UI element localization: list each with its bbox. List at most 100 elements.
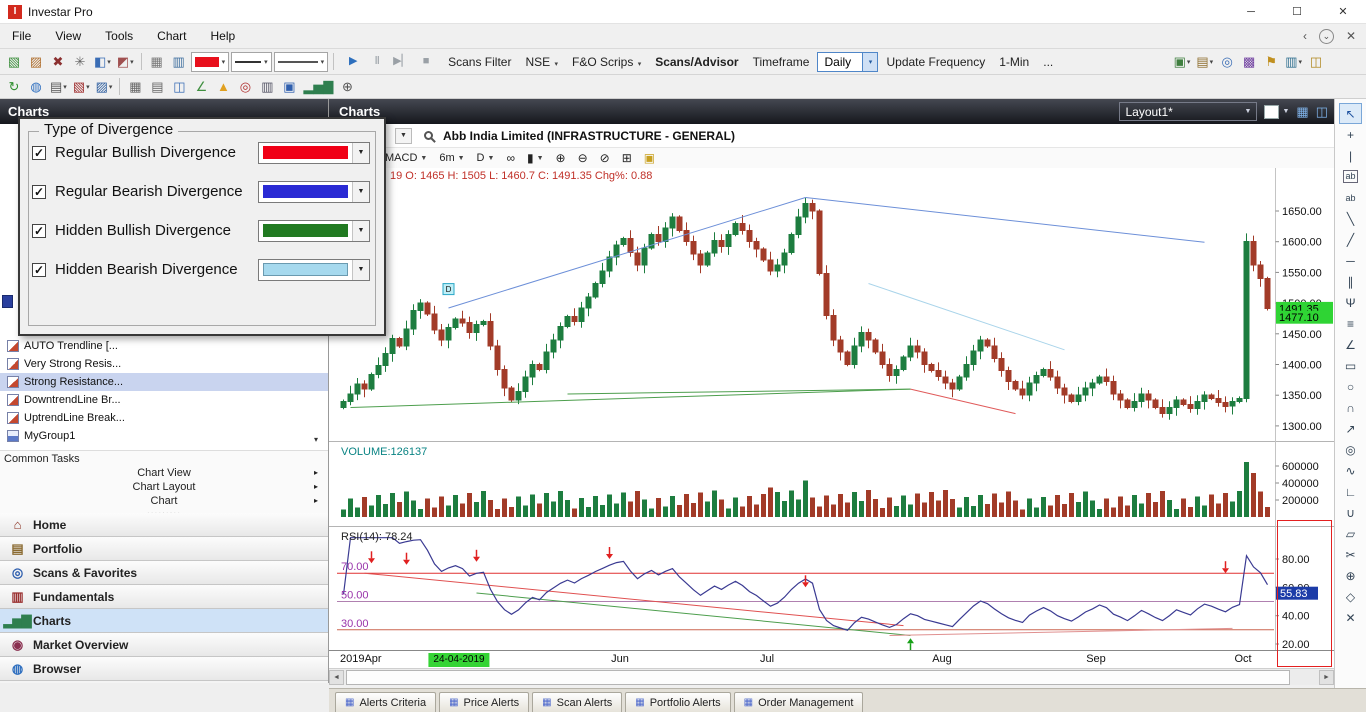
zoom-in-icon[interactable]: ⊕ xyxy=(556,151,566,165)
sidebar-item-fundamentals[interactable]: ▥Fundamentals xyxy=(0,585,328,609)
nav-back-icon[interactable]: ‹ xyxy=(1303,29,1307,43)
divergence-checkbox-0[interactable]: ✓ xyxy=(32,146,46,160)
refresh-icon[interactable]: ↻ xyxy=(4,77,24,97)
ellipse-tool[interactable]: ○ xyxy=(1339,376,1362,397)
magnet-tool[interactable]: ∪ xyxy=(1339,502,1362,523)
tab-price-alerts[interactable]: ▦Price Alerts xyxy=(439,692,529,712)
zoom-in-tool[interactable]: ⊕ xyxy=(1339,565,1362,586)
period-select[interactable]: D▼ xyxy=(477,152,495,164)
step-button[interactable]: ▶▏ xyxy=(391,52,412,72)
measure-tool[interactable]: ∟ xyxy=(1339,481,1362,502)
snapshot-icon[interactable]: ▣ xyxy=(644,151,655,165)
label-box-tool[interactable]: ab xyxy=(1339,166,1362,187)
compare-windows-icon[interactable]: ◫ xyxy=(169,77,189,97)
zoom-off-icon[interactable]: ⊘ xyxy=(600,151,610,165)
text-tool[interactable]: ab xyxy=(1339,187,1362,208)
sidebar-item-browser[interactable]: ◍Browser xyxy=(0,657,328,681)
panel-close-icon[interactable]: ✕ xyxy=(1346,29,1356,43)
divergence-checkbox-1[interactable]: ✓ xyxy=(32,185,46,199)
list-item[interactable]: MyGroup1 xyxy=(0,427,328,445)
world-icon[interactable]: ◍ xyxy=(26,77,46,97)
hand-tool[interactable]: ◇ xyxy=(1339,586,1362,607)
chart-type-dropdown[interactable]: ▮▼ xyxy=(527,151,544,165)
add-panel-dropdown[interactable]: ▤▾ xyxy=(1194,52,1215,72)
column-chart-icon[interactable]: ▥ xyxy=(169,52,189,72)
list-item[interactable]: AUTO Trendline [... xyxy=(0,337,328,355)
range-select[interactable]: 6m▼ xyxy=(439,152,464,164)
vertical-line-tool[interactable]: | xyxy=(1339,145,1362,166)
maximize-button[interactable]: ☐ xyxy=(1274,0,1320,23)
parallel-channel-tool[interactable]: ∥ xyxy=(1339,271,1362,292)
sidebar-item-scans-favorites[interactable]: ◎Scans & Favorites xyxy=(0,561,328,585)
divergence-checkbox-2[interactable]: ✓ xyxy=(32,224,46,238)
pitchfork-tool[interactable]: Ψ xyxy=(1339,292,1362,313)
menu-item-view[interactable]: View xyxy=(43,24,93,48)
divergence-color-select[interactable]: ▼ xyxy=(258,142,370,164)
ray-tool[interactable]: ╱ xyxy=(1339,229,1362,250)
zoom-out-icon[interactable]: ⊖ xyxy=(578,151,588,165)
pattern-icon[interactable]: ✳ xyxy=(70,52,90,72)
task-link-chart[interactable]: Chart▸ xyxy=(0,494,328,508)
fo-scrips-dropdown[interactable]: F&O Scrips ▾ xyxy=(566,55,647,69)
arc-tool[interactable]: ∩ xyxy=(1339,397,1362,418)
grid-rows-icon[interactable]: ▤ xyxy=(147,77,167,97)
tab-scan-alerts[interactable]: ▦Scan Alerts xyxy=(532,692,622,712)
fib-retracement-tool[interactable]: ≡ xyxy=(1339,313,1362,334)
sidebar-item-charts[interactable]: ▂▅▇Charts xyxy=(0,609,328,633)
sidebar-item-market-overview[interactable]: ◉Market Overview xyxy=(0,633,328,657)
tools-icon[interactable]: ✖ xyxy=(48,52,68,72)
mini-chart-icon[interactable]: ▂▅▇ xyxy=(301,77,335,97)
flag-icon[interactable]: ⚑ xyxy=(1261,52,1281,72)
play-button[interactable]: ▶ xyxy=(343,52,363,72)
list-item[interactable]: DowntrendLine Br... xyxy=(0,391,328,409)
close-button[interactable]: ✕ xyxy=(1320,0,1366,23)
list-item[interactable]: UptrendLine Break... xyxy=(0,409,328,427)
list-scroll-down-icon[interactable]: ▾ xyxy=(314,435,318,444)
scroll-right-button[interactable]: ► xyxy=(1319,670,1334,685)
line-style-dropdown[interactable]: ▾ xyxy=(274,52,329,72)
menu-item-chart[interactable]: Chart xyxy=(145,24,198,48)
fib-fan-tool[interactable]: ∠ xyxy=(1339,334,1362,355)
data-table-icon[interactable]: ▦ xyxy=(147,52,167,72)
pause-button[interactable]: Ⅱ xyxy=(367,52,387,72)
tab-alerts-criteria[interactable]: ▦Alerts Criteria xyxy=(335,692,436,712)
price-label-tool[interactable]: ◎ xyxy=(1339,439,1362,460)
stop-button[interactable]: ■ xyxy=(416,52,436,72)
grid-layout-icon[interactable]: ▦ xyxy=(1296,104,1308,120)
task-link-chart-layout[interactable]: Chart Layout▸ xyxy=(0,480,328,494)
symbol-dropdown[interactable]: ▼ xyxy=(395,128,412,144)
new-window-dropdown[interactable]: ▣▾ xyxy=(1172,52,1193,72)
print-icon[interactable]: ▥ xyxy=(257,77,277,97)
palette-dropdown[interactable]: ◩▾ xyxy=(115,52,136,72)
delete-tool[interactable]: ✕ xyxy=(1339,607,1362,628)
divergence-checkbox-3[interactable]: ✓ xyxy=(32,263,46,277)
scroll-left-button[interactable]: ◄ xyxy=(329,670,344,685)
link-chart-icon[interactable]: ∞ xyxy=(506,151,515,165)
menu-item-tools[interactable]: Tools xyxy=(93,24,145,48)
template-dropdown[interactable]: ▨▾ xyxy=(94,77,115,97)
new-scan-icon[interactable]: ▧ xyxy=(4,52,24,72)
edit-scan-icon[interactable]: ▨ xyxy=(26,52,46,72)
background-color-dropdown[interactable]: ▼ xyxy=(1264,105,1289,119)
layout-manager-dropdown[interactable]: ▥▾ xyxy=(1283,52,1304,72)
brush-tool[interactable]: ∿ xyxy=(1339,460,1362,481)
search-chart-icon[interactable]: ◎ xyxy=(1217,52,1237,72)
eraser-tool[interactable]: ▱ xyxy=(1339,523,1362,544)
save-icon[interactable]: ▣ xyxy=(279,77,299,97)
color-picker-dropdown[interactable]: ▾ xyxy=(191,52,230,72)
menu-item-file[interactable]: File xyxy=(0,24,43,48)
grid-color-icon[interactable]: ▩ xyxy=(1239,52,1259,72)
panel-dropdown-icon[interactable]: ⌄ xyxy=(1319,29,1334,44)
menu-item-help[interactable]: Help xyxy=(199,24,248,48)
divergence-color-select[interactable]: ▼ xyxy=(258,220,370,242)
trendline-tool[interactable]: ╲ xyxy=(1339,208,1362,229)
sidebar-item-home[interactable]: ⌂Home xyxy=(0,513,328,537)
layout-select[interactable]: Layout1* ▼ xyxy=(1119,102,1257,121)
sidebar-item-portfolio[interactable]: ▤Portfolio xyxy=(0,537,328,561)
list-item[interactable]: Strong Resistance... xyxy=(0,373,328,391)
search-icon[interactable] xyxy=(424,131,433,140)
auto-trendline-icon[interactable]: ∠ xyxy=(191,77,211,97)
zoom-chart-icon[interactable]: ⊕ xyxy=(337,77,357,97)
snapshot-icon[interactable]: ◫ xyxy=(1306,52,1326,72)
scissors-tool[interactable]: ✂ xyxy=(1339,544,1362,565)
